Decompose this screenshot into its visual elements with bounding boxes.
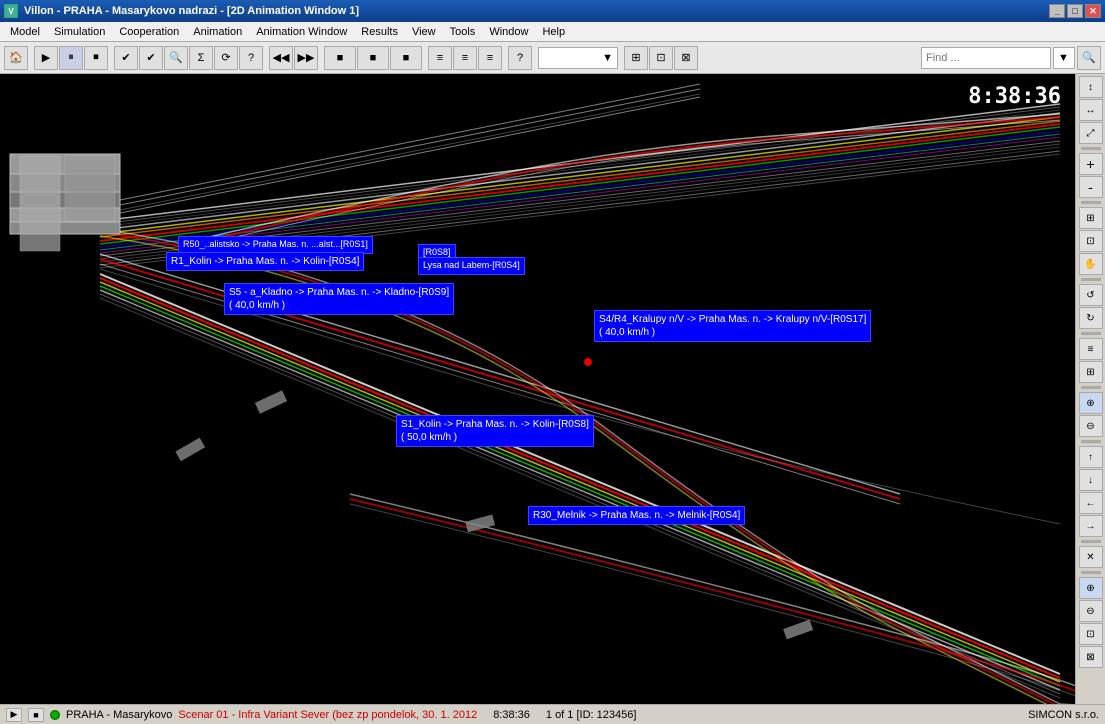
maximize-button[interactable]: □: [1067, 4, 1083, 18]
tb-help-button[interactable]: ?: [239, 46, 263, 70]
train-label-lysa[interactable]: Lysa nad Labem-[R0S4]: [418, 257, 525, 275]
menu-simulation[interactable]: Simulation: [48, 24, 111, 40]
status-icon2[interactable]: ■: [28, 708, 44, 722]
status-bar: ▶ ■ PRAHA - Masarykovo Scenar 01 - Infra…: [0, 704, 1105, 724]
menu-animation-window[interactable]: Animation Window: [250, 24, 353, 40]
rtb-rotate-left-button[interactable]: ↺: [1079, 284, 1103, 306]
tb-play-button[interactable]: ▶: [34, 46, 58, 70]
tb-grid3-button[interactable]: ≡: [478, 46, 502, 70]
rtb-arrows2-button[interactable]: ↔: [1079, 99, 1103, 121]
rtb-extra3-button[interactable]: ⊡: [1079, 623, 1103, 645]
rtb-rotate-right-button[interactable]: ↻: [1079, 307, 1103, 329]
find-dropdown[interactable]: ▼: [1053, 47, 1075, 69]
toolbar: 🏠 ▶ ⏸ ⏹ ✔ ✔ 🔍 Σ ⟳ ? ◀◀ ▶▶ ■ ■ ■ ≡ ≡ ≡ ? …: [0, 42, 1105, 74]
tb-forward-button[interactable]: ▶▶: [294, 46, 318, 70]
tb-extra1-button[interactable]: ⊞: [624, 46, 648, 70]
find-go-button[interactable]: 🔍: [1077, 46, 1101, 70]
menu-help[interactable]: Help: [536, 24, 571, 40]
title-bar-left: V Villon - PRAHA - Masarykovo nadrazi - …: [4, 4, 359, 18]
tb-grid2-button[interactable]: ≡: [453, 46, 477, 70]
main-area: 8:38:36 R50_..alistsko -> Praha Mas. n. …: [0, 74, 1105, 704]
train-label-s1[interactable]: S1_Kolin -> Praha Mas. n. -> Kolin-[R0S8…: [396, 415, 594, 447]
minimize-button[interactable]: _: [1049, 4, 1065, 18]
status-left: ▶ ■ PRAHA - Masarykovo Scenar 01 - Infra…: [6, 708, 477, 722]
rtb-cross-button[interactable]: ✕: [1079, 546, 1103, 568]
tb-rec3-button[interactable]: ■: [390, 46, 422, 70]
find-input[interactable]: [921, 47, 1051, 69]
menu-animation[interactable]: Animation: [187, 24, 248, 40]
tb-home-button[interactable]: 🏠: [4, 46, 28, 70]
rtb-fit-button[interactable]: ⊞: [1079, 207, 1103, 229]
app-icon: V: [4, 4, 18, 18]
tb-zoom-button[interactable]: 🔍: [164, 46, 188, 70]
menu-window[interactable]: Window: [483, 24, 534, 40]
rtb-expand-button[interactable]: ⤢: [1079, 122, 1103, 144]
menu-bar: Model Simulation Cooperation Animation A…: [0, 22, 1105, 42]
rtb-grid-button[interactable]: ⊞: [1079, 361, 1103, 383]
tb-refresh-button[interactable]: ⟳: [214, 46, 238, 70]
rtb-pan-button[interactable]: ✋: [1079, 253, 1103, 275]
status-location: PRAHA - Masarykovo: [66, 709, 172, 721]
rtb-extra4-button[interactable]: ⊠: [1079, 646, 1103, 668]
train-label-r30[interactable]: R30_Melnik -> Praha Mas. n. -> Melnik-[R…: [528, 506, 745, 525]
status-pagination: 1 of 1 [ID: 123456]: [546, 709, 637, 721]
train-label-s4r4[interactable]: S4/R4_Kralupy n/V -> Praha Mas. n. -> Kr…: [594, 310, 871, 342]
rtb-arrows-button[interactable]: ↕: [1079, 76, 1103, 98]
status-dot: [50, 710, 60, 720]
window-title: Villon - PRAHA - Masarykovo nadrazi - [2…: [24, 5, 359, 17]
menu-view[interactable]: View: [406, 24, 442, 40]
menu-tools[interactable]: Tools: [444, 24, 482, 40]
tb-grid1-button[interactable]: ≡: [428, 46, 452, 70]
rtb-zoom-out-button[interactable]: -: [1079, 176, 1103, 198]
speed-dropdown[interactable]: ▼: [538, 47, 618, 69]
rtb-up-button[interactable]: ↑: [1079, 446, 1103, 468]
tb-stop-button[interactable]: ⏹: [84, 46, 108, 70]
tb-back-button[interactable]: ◀◀: [269, 46, 293, 70]
rtb-extra2-button[interactable]: ⊖: [1079, 600, 1103, 622]
tb-rec1-button[interactable]: ■: [324, 46, 356, 70]
right-toolbar: ↕ ↔ ⤢ + - ⊞ ⊡ ✋ ↺ ↻ ≡ ⊞ ⊕ ⊖ ↑ ↓ ← → ✕ ⊕ …: [1075, 74, 1105, 704]
rtb-select-button[interactable]: ⊡: [1079, 230, 1103, 252]
tb-sigma-button[interactable]: Σ: [189, 46, 213, 70]
menu-model[interactable]: Model: [4, 24, 46, 40]
rtb-down-button[interactable]: ↓: [1079, 469, 1103, 491]
tb-extra2-button[interactable]: ⊡: [649, 46, 673, 70]
status-company: SIMCON s.r.o.: [1028, 709, 1099, 721]
menu-cooperation[interactable]: Cooperation: [113, 24, 185, 40]
status-icon1[interactable]: ▶: [6, 708, 22, 722]
train-label-r1[interactable]: R1_Kolin -> Praha Mas. n. -> Kolin-[R0S4…: [166, 252, 364, 271]
status-scenario: Scenar 01 - Infra Variant Sever (bez zp …: [178, 709, 477, 721]
time-display: 8:38:36: [968, 84, 1061, 109]
rtb-extra1-button[interactable]: ⊕: [1079, 577, 1103, 599]
status-time: 8:38:36: [493, 709, 530, 721]
tb-input-button[interactable]: ?: [508, 46, 532, 70]
tb-check1-button[interactable]: ✔: [114, 46, 138, 70]
close-button[interactable]: ✕: [1085, 4, 1101, 18]
track-svg: [0, 74, 1075, 704]
canvas-area[interactable]: 8:38:36 R50_..alistsko -> Praha Mas. n. …: [0, 74, 1075, 704]
rtb-zoom-in-button[interactable]: +: [1079, 153, 1103, 175]
rtb-left-button[interactable]: ←: [1079, 492, 1103, 514]
train-label-s5[interactable]: S5 - a_Kladno -> Praha Mas. n. -> Kladno…: [224, 283, 454, 315]
menu-results[interactable]: Results: [355, 24, 404, 40]
tb-pause-button[interactable]: ⏸: [59, 46, 83, 70]
tb-extra3-button[interactable]: ⊠: [674, 46, 698, 70]
title-bar: V Villon - PRAHA - Masarykovo nadrazi - …: [0, 0, 1105, 22]
tb-rec2-button[interactable]: ■: [357, 46, 389, 70]
rtb-zoom-minus-button[interactable]: ⊖: [1079, 415, 1103, 437]
tb-check2-button[interactable]: ✔: [139, 46, 163, 70]
rtb-right-button[interactable]: →: [1079, 515, 1103, 537]
rtb-zoom-plus-button[interactable]: ⊕: [1079, 392, 1103, 414]
rtb-layer-button[interactable]: ≡: [1079, 338, 1103, 360]
title-bar-controls: _ □ ✕: [1049, 4, 1101, 18]
find-area: ▼ 🔍: [921, 46, 1101, 70]
